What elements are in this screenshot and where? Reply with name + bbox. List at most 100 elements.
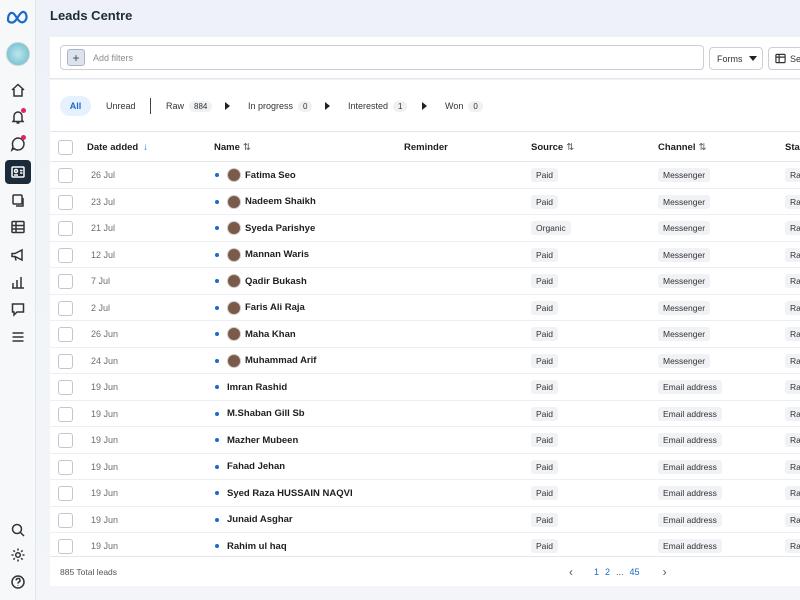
row-checkbox[interactable] [58,486,73,501]
table-row[interactable]: 24 Jun Muhammad Arif Paid Messenger Ra [50,348,800,374]
stage-cell[interactable]: Ra [785,507,800,533]
name-cell[interactable]: Mazher Mubeen [215,427,298,453]
unread-dot [215,252,219,257]
col-channel[interactable]: Channel ⇅ [658,142,706,153]
stage-cell[interactable]: Ra [785,401,800,427]
name-cell[interactable]: Nadeem Shaikh [215,189,316,215]
page-avatar[interactable] [6,42,30,66]
row-checkbox[interactable] [58,274,73,289]
tab-in-progress[interactable]: In progress 0 [248,96,313,116]
tab-all[interactable]: All [60,96,91,116]
stage-cell[interactable]: Ra [785,454,800,480]
table-row[interactable]: 19 Jun Fahad Jehan Paid Email address Ra [50,454,800,480]
table-row[interactable]: 21 Jul Syeda Parishye Organic Messenger … [50,215,800,242]
name-cell[interactable]: Syed Raza HUSSAIN NAQVI [215,480,353,506]
table-row[interactable]: 23 Jul Nadeem Shaikh Paid Messenger Ra [50,189,800,215]
table-row[interactable]: 7 Jul Qadir Bukash Paid Messenger Ra [50,268,800,295]
name-cell[interactable]: Mannan Waris [215,242,309,268]
stage-cell[interactable]: Ra [785,348,800,374]
row-checkbox[interactable] [58,353,73,369]
copy-icon[interactable] [8,190,28,210]
row-checkbox[interactable] [58,300,73,316]
stage-cell[interactable]: Ra [785,295,800,321]
table-row[interactable]: 12 Jul Mannan Waris Paid Messenger Ra [50,242,800,268]
name-cell[interactable]: M.Shaban Gill Sb [215,401,305,427]
name-cell[interactable]: Fahad Jehan [215,454,285,480]
page-1[interactable]: 1 [594,567,599,577]
row-checkbox[interactable] [58,512,73,528]
name-cell[interactable]: Syeda Parishye [215,215,315,241]
name-cell[interactable]: Maha Khan [215,321,296,347]
name-cell[interactable]: Fatima Seo [215,162,296,188]
row-checkbox[interactable] [58,221,73,236]
next-page-button[interactable]: › [663,565,667,579]
prev-page-button[interactable]: ‹ [569,565,573,579]
page-45[interactable]: 45 [630,567,640,577]
table-row[interactable]: 19 Jun Imran Rashid Paid Email address R… [50,374,800,401]
menu-icon[interactable] [8,327,28,347]
megaphone-icon[interactable] [8,245,28,265]
row-checkbox[interactable] [58,406,73,422]
stage-cell[interactable]: Ra [785,162,800,188]
stage-cell[interactable]: Ra [785,321,800,347]
stage-cell[interactable]: Ra [785,215,800,241]
chat-icon[interactable] [8,134,28,154]
table-icon[interactable] [8,217,28,237]
col-date-added[interactable]: Date added ↓ [87,142,148,153]
stage-cell[interactable]: Ra [785,242,800,268]
select-all-checkbox[interactable] [58,140,73,155]
bell-icon[interactable] [8,107,28,127]
row-checkbox[interactable] [58,327,73,342]
tab-raw[interactable]: Raw 884 [166,96,213,116]
stage-cell[interactable]: Ra [785,374,800,400]
name-cell[interactable]: Qadir Bukash [215,268,307,294]
row-checkbox[interactable] [58,194,73,210]
row-checkbox[interactable] [58,459,73,475]
name-cell[interactable]: Imran Rashid [215,374,287,400]
meta-logo-icon[interactable] [6,8,30,26]
row-checkbox[interactable] [58,168,73,183]
stage-cell[interactable]: Ra [785,427,800,453]
col-name[interactable]: Name ⇅ [214,142,251,153]
col-stage[interactable]: Sta [785,142,800,153]
name-cell[interactable]: Rahim ul haq [215,533,287,556]
table-row[interactable]: 19 Jun Syed Raza HUSSAIN NAQVI Paid Emai… [50,480,800,507]
table-row[interactable]: 19 Jun Rahim ul haq Paid Email address R… [50,533,800,556]
stage-cell[interactable]: Ra [785,533,800,556]
help-icon[interactable] [8,572,28,592]
table-row[interactable]: 19 Jun Junaid Asghar Paid Email address … [50,507,800,533]
row-checkbox[interactable] [58,539,73,554]
table-row[interactable]: 2 Jul Faris Ali Raja Paid Messenger Ra [50,295,800,321]
table-row[interactable]: 19 Jun M.Shaban Gill Sb Paid Email addre… [50,401,800,427]
feedback-icon[interactable] [8,299,28,319]
row-checkbox[interactable] [58,433,73,448]
row-checkbox[interactable] [58,247,73,263]
unread-dot [215,226,219,230]
stage-cell[interactable]: Ra [785,480,800,506]
page-2[interactable]: 2 [605,567,610,577]
tab-won[interactable]: Won 0 [445,96,483,116]
table-row[interactable]: 26 Jul Fatima Seo Paid Messenger Ra [50,162,800,189]
tab-unread[interactable]: Unread [106,96,136,116]
name-cell[interactable]: Junaid Asghar [215,507,293,533]
leads-icon[interactable] [5,160,31,184]
stage-cell[interactable]: Ra [785,268,800,294]
row-checkbox[interactable] [58,380,73,395]
home-icon[interactable] [8,80,28,100]
settings-button[interactable]: Se [768,47,800,70]
add-filter-button[interactable]: + [67,49,85,66]
stage-cell[interactable]: Ra [785,189,800,215]
name-cell[interactable]: Faris Ali Raja [215,295,305,321]
table-row[interactable]: 19 Jun Mazher Mubeen Paid Email address … [50,427,800,454]
table-row[interactable]: 26 Jun Maha Khan Paid Messenger Ra [50,321,800,348]
name-cell[interactable]: Muhammad Arif [215,348,316,374]
gear-icon[interactable] [8,545,28,565]
source-badge: Paid [531,353,559,368]
date-added-cell: 26 Jun [91,329,119,339]
col-source[interactable]: Source ⇅ [531,142,574,153]
tab-interested[interactable]: Interested 1 [348,96,408,116]
filter-input[interactable]: + Add filters [60,45,704,70]
chart-icon[interactable] [8,272,28,292]
search-icon[interactable] [8,520,28,540]
forms-dropdown[interactable]: Forms [709,47,763,70]
